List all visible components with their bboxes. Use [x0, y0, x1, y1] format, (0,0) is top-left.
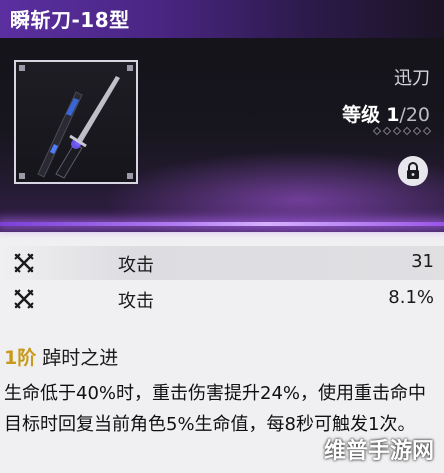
weapon-type: 迅刀 [394, 68, 430, 89]
lock-icon [407, 162, 419, 179]
weapon-blade-image [37, 76, 120, 179]
level-max: /20 [399, 104, 430, 126]
refine-diamond [392, 126, 402, 136]
weapon-header-card: 瞬斩刀-18型 迅刀 等级 1/20 [0, 0, 444, 232]
level-label: 等级 [342, 104, 381, 126]
stat-name: 攻击 [118, 255, 154, 276]
refine-diamond [372, 126, 382, 136]
level-current: 1 [386, 104, 400, 126]
weapon-level: 等级 1/20 [342, 100, 430, 127]
title-bar: 瞬斩刀-18型 [0, 0, 444, 38]
stat-value: 8.1% [388, 287, 434, 308]
stat-row: 攻击 31 [0, 246, 444, 280]
refine-diamond [422, 126, 432, 136]
refine-diamond [382, 126, 392, 136]
weapon-image-frame[interactable] [14, 60, 138, 184]
weapon-name: 瞬斩刀-18型 [10, 8, 130, 32]
stats-list: 攻击 31 攻击 8.1% [0, 246, 444, 318]
refine-diamond [412, 126, 422, 136]
stat-value: 31 [411, 251, 434, 272]
watermark: 维普手游网 [323, 439, 434, 464]
weapon-detail-panel: 瞬斩刀-18型 迅刀 等级 1/20 攻击 31 攻击 8.1% 1阶 踔时之进… [0, 0, 444, 473]
rarity-accent-line [0, 222, 444, 226]
crossed-swords-icon [14, 289, 34, 309]
stat-name: 攻击 [118, 291, 154, 312]
refine-diamonds [372, 126, 432, 136]
passive-tier: 1阶 [4, 347, 37, 369]
stat-row: 攻击 8.1% [0, 282, 444, 316]
refine-diamond [402, 126, 412, 136]
passive-description: 生命低于40%时，重击伤害提升24%，使用重击命中目标时回复当前角色5%生命值，… [4, 383, 427, 435]
lock-button[interactable] [398, 156, 428, 186]
passive-title: 1阶 踔时之进 [4, 343, 118, 370]
crossed-swords-icon [14, 253, 34, 273]
passive-name: 踔时之进 [42, 347, 119, 369]
